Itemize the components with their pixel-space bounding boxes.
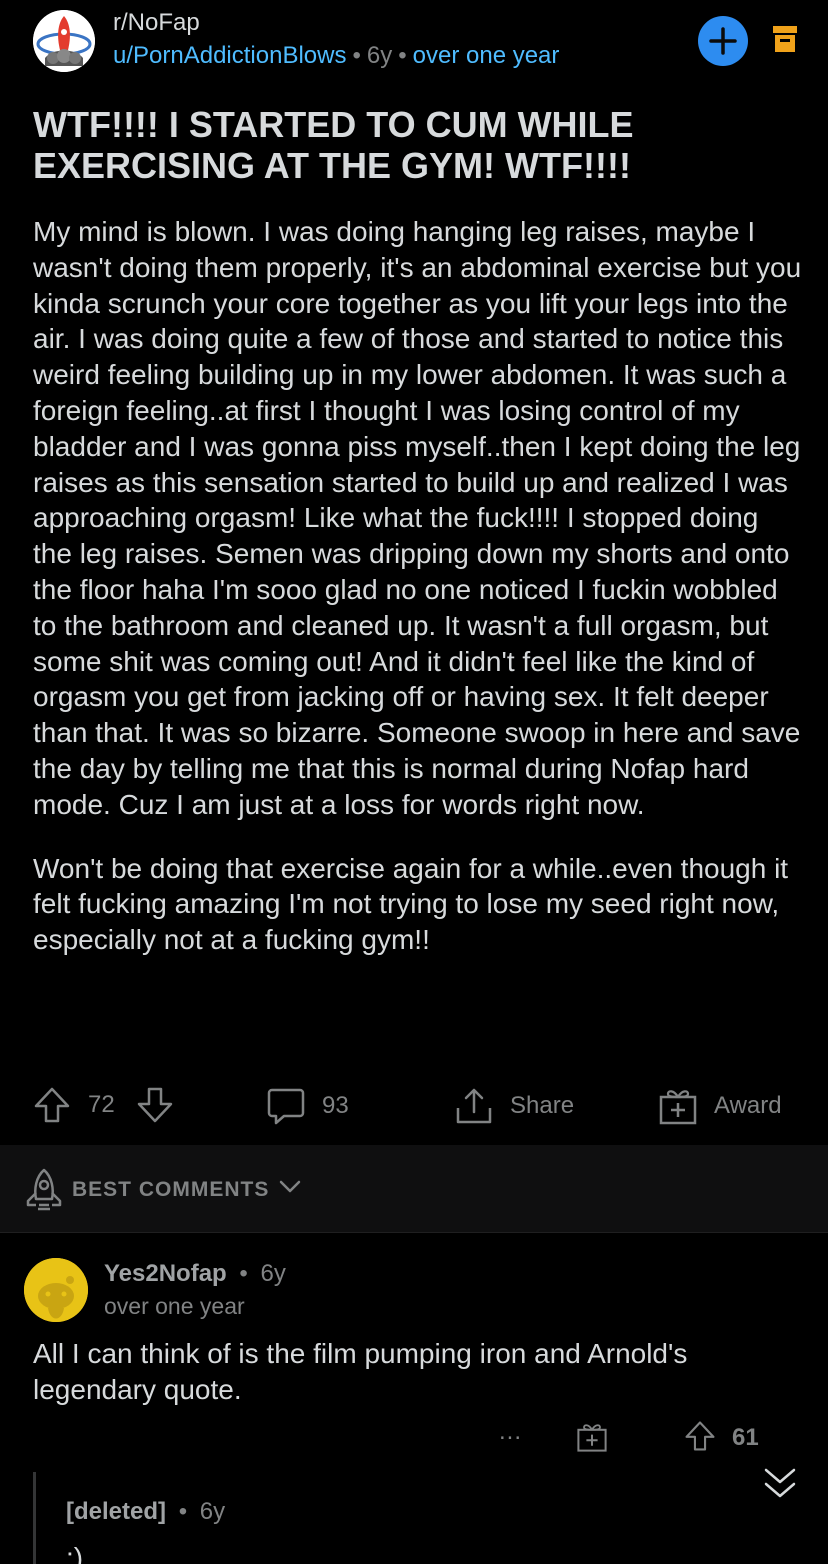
post-meta: u/PornAddictionBlows • 6y • over one year bbox=[113, 42, 559, 70]
meta-separator: • bbox=[398, 42, 407, 69]
thread-line[interactable] bbox=[33, 1472, 36, 1564]
comment-author[interactable]: Yes2Nofap • 6y bbox=[104, 1260, 286, 1288]
comment-icon bbox=[267, 1088, 305, 1125]
comment-author-name[interactable]: Yes2Nofap bbox=[104, 1260, 227, 1287]
share-label: Share bbox=[510, 1092, 575, 1119]
archive-icon[interactable] bbox=[773, 26, 797, 52]
plus-icon bbox=[709, 27, 737, 55]
post-age: 6y bbox=[366, 42, 393, 69]
sort-bar[interactable]: BEST COMMENTS bbox=[0, 1145, 828, 1233]
upvote-icon bbox=[34, 1087, 70, 1123]
comment-count: 93 bbox=[322, 1092, 349, 1119]
comment-score: 61 bbox=[732, 1424, 759, 1451]
reply-text: :) bbox=[66, 1542, 84, 1564]
sort-label: BEST COMMENTS bbox=[72, 1178, 270, 1201]
post-since: over one year bbox=[412, 42, 560, 69]
meta-separator: • bbox=[239, 1260, 248, 1287]
comment-actions: ... 61 bbox=[0, 1418, 828, 1460]
gift-icon[interactable] bbox=[576, 1420, 608, 1454]
share-button[interactable]: Share bbox=[454, 1086, 574, 1126]
post-actions: 72 93 Share Award bbox=[0, 1080, 828, 1130]
post-paragraph: My mind is blown. I was doing hanging le… bbox=[33, 216, 802, 820]
meta-separator: • bbox=[178, 1498, 188, 1525]
gift-icon bbox=[659, 1090, 697, 1125]
post-paragraph: Won't be doing that exercise again for a… bbox=[33, 852, 789, 956]
meta-separator: • bbox=[352, 42, 361, 69]
subreddit-name[interactable]: r/NoFap bbox=[113, 9, 200, 37]
post-title: WTF!!!! I STARTED TO CUM WHILE EXERCISIN… bbox=[33, 104, 634, 186]
rocket-logo-icon bbox=[33, 10, 95, 72]
upvote-button[interactable] bbox=[33, 1086, 71, 1124]
award-label: Award bbox=[714, 1092, 782, 1119]
award-button[interactable]: Award bbox=[658, 1086, 782, 1126]
reply-author-name: [deleted] bbox=[66, 1498, 167, 1525]
reply-age: 6y bbox=[199, 1498, 226, 1525]
comment-age: 6y bbox=[260, 1260, 286, 1287]
upvote-icon[interactable] bbox=[684, 1420, 716, 1452]
post-score: 72 bbox=[88, 1091, 115, 1118]
snoo-avatar-icon bbox=[24, 1258, 88, 1322]
downvote-button[interactable] bbox=[136, 1086, 174, 1124]
comments-button[interactable]: 93 bbox=[266, 1086, 349, 1126]
post-body: My mind is blown. I was doing hanging le… bbox=[33, 214, 803, 986]
join-button[interactable] bbox=[698, 16, 748, 66]
chevron-down-icon bbox=[279, 1180, 301, 1193]
post-author[interactable]: u/PornAddictionBlows bbox=[113, 42, 346, 69]
reply-author: [deleted] • 6y bbox=[66, 1498, 225, 1526]
rocket-icon bbox=[26, 1168, 62, 1211]
collapse-chevron-icon[interactable] bbox=[760, 1466, 800, 1506]
post-header: r/NoFap u/PornAddictionBlows • 6y • over one… bbox=[0, 0, 828, 100]
comment-since: over one year bbox=[104, 1293, 245, 1319]
subreddit-avatar[interactable] bbox=[33, 10, 95, 72]
avatar[interactable] bbox=[24, 1258, 88, 1322]
more-options-button[interactable]: ... bbox=[499, 1418, 522, 1446]
reply-comment: [deleted] • 6y :) bbox=[0, 1468, 828, 1564]
share-icon bbox=[456, 1088, 492, 1124]
comment-text: All I can think of is the film pumping i… bbox=[33, 1338, 688, 1405]
downvote-icon bbox=[137, 1087, 173, 1123]
